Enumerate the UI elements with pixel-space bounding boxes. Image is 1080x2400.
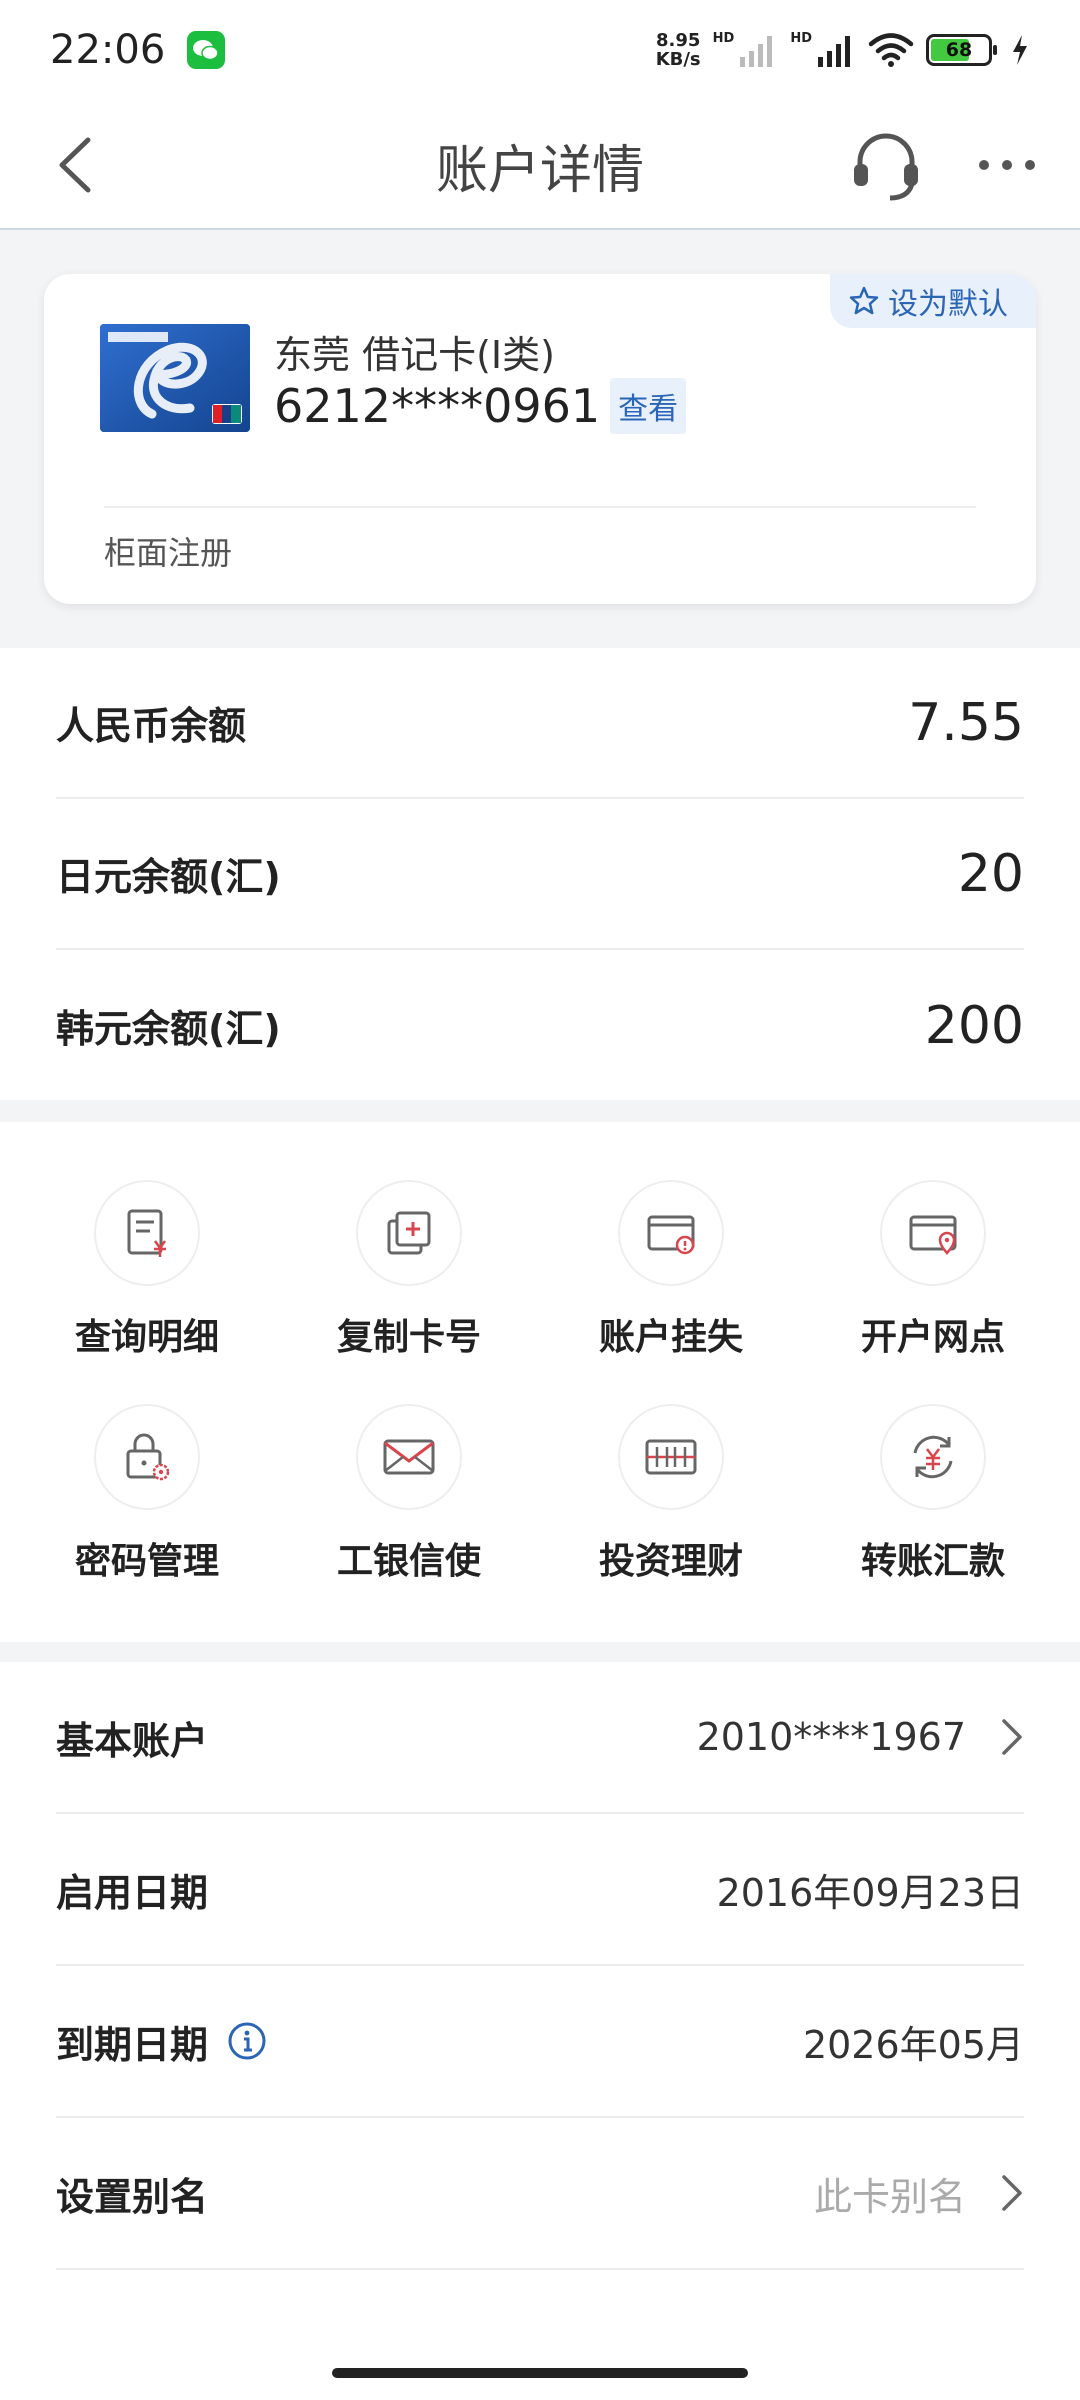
- info-value: 2026年05月: [802, 2022, 1024, 2067]
- signal-icon: [740, 36, 773, 67]
- balance-value: 7.55: [908, 692, 1024, 753]
- set-default-label: 设为默认: [888, 287, 1008, 322]
- report-loss-icon: [618, 1180, 724, 1286]
- card-number-row: 6212****0961 查看: [274, 378, 687, 434]
- info-row-alias[interactable]: 设置别名 此卡别名: [56, 2118, 1024, 2270]
- info-value: 2010****1967: [697, 1715, 1024, 1759]
- action-label: 转账汇款: [860, 1541, 1005, 1582]
- action-branch-location[interactable]: 开户网点: [833, 1180, 1033, 1380]
- info-row-expiry-date: 到期日期 2026年05月: [56, 1966, 1024, 2118]
- info-label: 到期日期: [56, 2014, 268, 2069]
- transfer-icon: [880, 1404, 986, 1510]
- card-area: 设为默认 东莞 借记卡(I类) 6212****0961 查看 柜面注册: [0, 232, 1080, 646]
- net-speed: 8.95 KB/s: [655, 30, 701, 70]
- info-value: 2016年09月23日: [716, 1870, 1024, 1915]
- status-time: 22:06: [50, 27, 166, 73]
- customer-service-icon[interactable]: [846, 126, 926, 206]
- action-messenger[interactable]: 工银信使: [309, 1404, 509, 1604]
- chevron-right-icon: [1002, 2175, 1022, 2211]
- chevron-right-icon: [1002, 1719, 1022, 1755]
- hd-badge-2: HD: [790, 30, 812, 46]
- action-label: 投资理财: [598, 1541, 743, 1582]
- home-indicator[interactable]: [332, 2368, 748, 2378]
- wechat-icon: [187, 31, 226, 69]
- info-label: 基本账户: [56, 1718, 209, 1763]
- investment-icon: [618, 1404, 724, 1510]
- alias-placeholder: 此卡别名: [814, 2166, 1024, 2221]
- wifi-icon: [868, 33, 914, 67]
- info-row-basic-account[interactable]: 基本账户 2010****1967: [56, 1662, 1024, 1814]
- action-label: 复制卡号: [336, 1317, 481, 1358]
- action-label: 账户挂失: [598, 1317, 743, 1358]
- view-card-number-button[interactable]: 查看: [610, 378, 687, 434]
- card-divider: [104, 506, 976, 508]
- nav-bar: 账户详情: [0, 100, 1080, 230]
- action-copy-card[interactable]: 复制卡号: [309, 1180, 509, 1380]
- balance-label: 人民币余额: [56, 704, 247, 748]
- branch-location-icon: [880, 1180, 986, 1286]
- battery-icon: 68: [926, 34, 997, 66]
- info-label: 设置别名: [56, 2174, 209, 2219]
- info-row-start-date: 启用日期 2016年09月23日: [56, 1814, 1024, 1966]
- action-label: 工银信使: [336, 1541, 481, 1582]
- card-name: 东莞 借记卡(I类): [274, 333, 555, 377]
- card-number: 6212****0961: [274, 379, 601, 433]
- hd-badge-1: HD: [712, 30, 735, 46]
- set-default-button[interactable]: 设为默认: [830, 274, 1036, 328]
- action-query-detail[interactable]: 查询明细: [47, 1180, 247, 1380]
- more-icon[interactable]: [976, 140, 1038, 190]
- query-detail-icon: [94, 1180, 200, 1286]
- balance-row-jpy: 日元余额(汇) 20: [56, 799, 1024, 950]
- bank-card[interactable]: 设为默认 东莞 借记卡(I类) 6212****0961 查看 柜面注册: [44, 274, 1036, 604]
- action-label: 开户网点: [860, 1317, 1005, 1358]
- info-icon[interactable]: [226, 2020, 268, 2062]
- action-password[interactable]: 密码管理: [47, 1404, 247, 1604]
- signal-icon: [818, 36, 850, 67]
- envelope-icon: [356, 1404, 462, 1510]
- action-label: 密码管理: [74, 1541, 219, 1582]
- status-bar: 22:06 8.95 KB/s HD HD 68: [0, 0, 1080, 100]
- balance-value: 200: [924, 995, 1024, 1056]
- balance-label: 日元余额(汇): [56, 855, 281, 899]
- star-icon: [849, 286, 879, 315]
- charging-icon: [1013, 35, 1027, 65]
- balance-row-krw: 韩元余额(汇) 200: [56, 950, 1024, 1101]
- info-label: 启用日期: [56, 1870, 209, 1915]
- registration-method: 柜面注册: [104, 534, 233, 572]
- action-transfer[interactable]: 转账汇款: [833, 1404, 1033, 1604]
- action-investment[interactable]: 投资理财: [571, 1404, 771, 1604]
- account-info-list: 基本账户 2010****1967 启用日期 2016年09月23日 到期日期 …: [0, 1662, 1080, 2400]
- icbc-card-logo: [100, 324, 250, 432]
- balance-row-cny: 人民币余额 7.55: [56, 648, 1024, 799]
- action-grid: 查询明细 复制卡号 账户挂失 开户网点 密码管理 工银信使 投资理财 转账汇款: [0, 1122, 1080, 1642]
- balance-value: 20: [957, 843, 1024, 904]
- balance-label: 韩元余额(汇): [56, 1007, 281, 1051]
- action-report-loss[interactable]: 账户挂失: [571, 1180, 771, 1380]
- balance-list: 人民币余额 7.55 日元余额(汇) 20 韩元余额(汇) 200: [0, 648, 1080, 1100]
- password-lock-icon: [94, 1404, 200, 1510]
- action-label: 查询明细: [74, 1317, 219, 1358]
- copy-card-icon: [356, 1180, 462, 1286]
